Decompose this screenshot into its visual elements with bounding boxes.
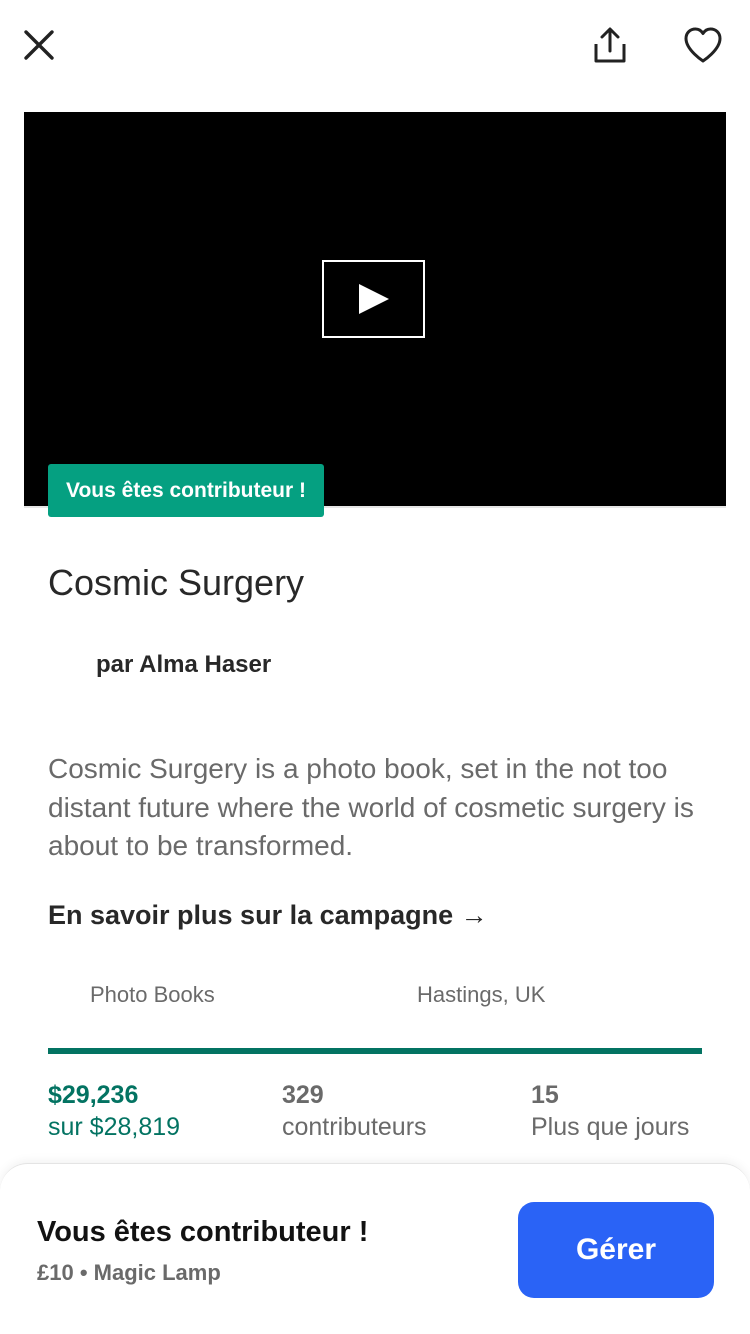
close-button[interactable] bbox=[18, 24, 60, 66]
heart-icon bbox=[684, 27, 722, 63]
goal-amount: sur $28,819 bbox=[48, 1113, 181, 1141]
category-label[interactable]: Photo Books bbox=[90, 980, 215, 1010]
creator-name[interactable]: par Alma Haser bbox=[96, 650, 271, 680]
days-left-label: Plus que jours bbox=[531, 1113, 690, 1141]
pledge-reward-summary: £10 • Magic Lamp bbox=[37, 1260, 221, 1285]
location-label[interactable]: Hastings, UK bbox=[417, 980, 545, 1010]
share-button[interactable] bbox=[588, 24, 632, 68]
funding-progress-fill bbox=[48, 1048, 702, 1054]
favorite-button[interactable] bbox=[680, 22, 726, 68]
days-left-count: 15 bbox=[531, 1081, 559, 1109]
backers-label: contributeurs bbox=[282, 1113, 427, 1141]
play-button[interactable] bbox=[322, 260, 425, 338]
project-blurb: Cosmic Surgery is a photo book, set in t… bbox=[48, 753, 694, 861]
learn-more-link[interactable]: En savoir plus sur la campagne → bbox=[48, 897, 488, 933]
project-title: Cosmic Surgery bbox=[48, 562, 305, 603]
play-icon bbox=[358, 284, 389, 314]
pledge-status-title: Vous êtes contributeur ! bbox=[37, 1216, 369, 1248]
backers-count: 329 bbox=[282, 1081, 324, 1109]
backer-badge: Vous êtes contributeur ! bbox=[48, 464, 324, 517]
manage-pledge-button[interactable]: Gérer bbox=[518, 1202, 714, 1298]
pledged-amount: $29,236 bbox=[48, 1081, 139, 1109]
share-icon bbox=[594, 27, 626, 63]
close-icon bbox=[24, 30, 54, 60]
